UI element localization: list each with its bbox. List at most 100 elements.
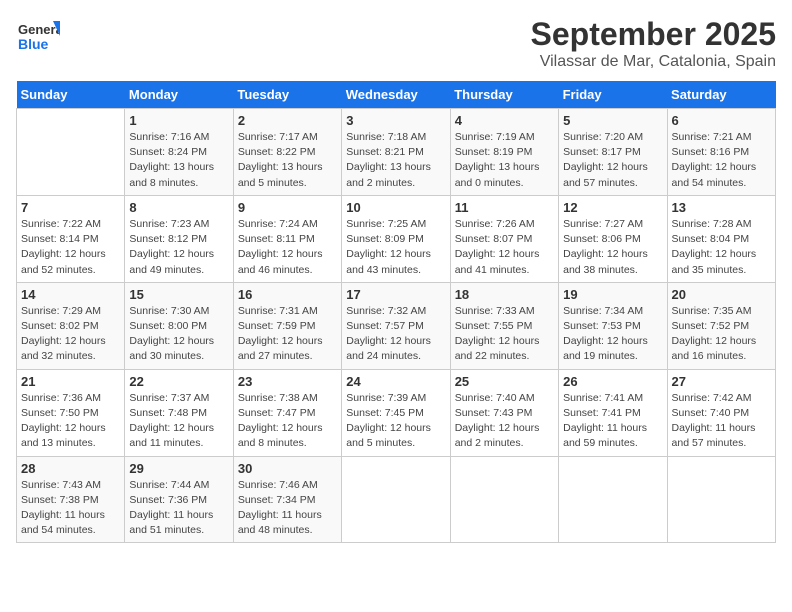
day-number: 30: [238, 461, 337, 476]
day-number: 1: [129, 113, 228, 128]
day-number: 20: [672, 287, 771, 302]
page-title: September 2025: [531, 16, 776, 53]
calendar-cell: 11 Sunrise: 7:26 AM Sunset: 8:07 PM Dayli…: [450, 195, 558, 282]
title-area: September 2025 Vilassar de Mar, Cataloni…: [531, 16, 776, 71]
header-day-thursday: Thursday: [450, 81, 558, 109]
header-day-friday: Friday: [559, 81, 667, 109]
day-info: Sunrise: 7:21 AM Sunset: 8:16 PM Dayligh…: [672, 130, 771, 191]
calendar-cell: 18 Sunrise: 7:33 AM Sunset: 7:55 PM Dayli…: [450, 282, 558, 369]
calendar-week-row: 14 Sunrise: 7:29 AM Sunset: 8:02 PM Dayli…: [17, 282, 776, 369]
day-info: Sunrise: 7:20 AM Sunset: 8:17 PM Dayligh…: [563, 130, 662, 191]
day-number: 4: [455, 113, 554, 128]
day-number: 25: [455, 374, 554, 389]
day-info: Sunrise: 7:43 AM Sunset: 7:38 PM Dayligh…: [21, 478, 120, 539]
day-info: Sunrise: 7:41 AM Sunset: 7:41 PM Dayligh…: [563, 391, 662, 452]
calendar-cell: 29 Sunrise: 7:44 AM Sunset: 7:36 PM Dayli…: [125, 456, 233, 543]
calendar-cell: 23 Sunrise: 7:38 AM Sunset: 7:47 PM Dayli…: [233, 369, 341, 456]
day-number: 10: [346, 200, 445, 215]
calendar-cell: 21 Sunrise: 7:36 AM Sunset: 7:50 PM Dayli…: [17, 369, 125, 456]
calendar-cell: 24 Sunrise: 7:39 AM Sunset: 7:45 PM Dayli…: [342, 369, 450, 456]
day-info: Sunrise: 7:26 AM Sunset: 8:07 PM Dayligh…: [455, 217, 554, 278]
day-number: 29: [129, 461, 228, 476]
day-info: Sunrise: 7:30 AM Sunset: 8:00 PM Dayligh…: [129, 304, 228, 365]
calendar-cell: 15 Sunrise: 7:30 AM Sunset: 8:00 PM Dayli…: [125, 282, 233, 369]
page-subtitle: Vilassar de Mar, Catalonia, Spain: [531, 53, 776, 71]
calendar-cell: 8Sunrise: 7:23 AM Sunset: 8:12 PM Daylig…: [125, 195, 233, 282]
day-info: Sunrise: 7:42 AM Sunset: 7:40 PM Dayligh…: [672, 391, 771, 452]
day-info: Sunrise: 7:27 AM Sunset: 8:06 PM Dayligh…: [563, 217, 662, 278]
day-info: Sunrise: 7:32 AM Sunset: 7:57 PM Dayligh…: [346, 304, 445, 365]
day-info: Sunrise: 7:38 AM Sunset: 7:47 PM Dayligh…: [238, 391, 337, 452]
svg-text:General: General: [18, 22, 60, 37]
day-number: 24: [346, 374, 445, 389]
header-day-sunday: Sunday: [17, 81, 125, 109]
calendar-week-row: 1 Sunrise: 7:16 AM Sunset: 8:24 PM Daylig…: [17, 109, 776, 196]
day-number: 3: [346, 113, 445, 128]
day-number: 23: [238, 374, 337, 389]
day-number: 27: [672, 374, 771, 389]
calendar-cell: [667, 456, 775, 543]
day-number: 28: [21, 461, 120, 476]
day-info: Sunrise: 7:31 AM Sunset: 7:59 PM Dayligh…: [238, 304, 337, 365]
calendar-cell: 16Sunrise: 7:31 AM Sunset: 7:59 PM Dayli…: [233, 282, 341, 369]
calendar-cell: [559, 456, 667, 543]
calendar-week-row: 28 Sunrise: 7:43 AM Sunset: 7:38 PM Dayli…: [17, 456, 776, 543]
day-info: Sunrise: 7:18 AM Sunset: 8:21 PM Dayligh…: [346, 130, 445, 191]
svg-text:Blue: Blue: [18, 36, 49, 52]
day-info: Sunrise: 7:34 AM Sunset: 7:53 PM Dayligh…: [563, 304, 662, 365]
calendar-table: SundayMondayTuesdayWednesdayThursdayFrid…: [16, 81, 776, 543]
calendar-cell: [342, 456, 450, 543]
day-number: 19: [563, 287, 662, 302]
day-number: 15: [129, 287, 228, 302]
day-info: Sunrise: 7:28 AM Sunset: 8:04 PM Dayligh…: [672, 217, 771, 278]
day-info: Sunrise: 7:35 AM Sunset: 7:52 PM Dayligh…: [672, 304, 771, 365]
day-number: 13: [672, 200, 771, 215]
calendar-cell: 3 Sunrise: 7:18 AM Sunset: 8:21 PM Daylig…: [342, 109, 450, 196]
day-info: Sunrise: 7:22 AM Sunset: 8:14 PM Dayligh…: [21, 217, 120, 278]
calendar-cell: 5 Sunrise: 7:20 AM Sunset: 8:17 PM Daylig…: [559, 109, 667, 196]
calendar-cell: 13 Sunrise: 7:28 AM Sunset: 8:04 PM Dayli…: [667, 195, 775, 282]
calendar-cell: 7 Sunrise: 7:22 AM Sunset: 8:14 PM Daylig…: [17, 195, 125, 282]
day-number: 21: [21, 374, 120, 389]
header: General Blue September 2025 Vilassar de …: [16, 16, 776, 71]
day-number: 5: [563, 113, 662, 128]
day-number: 11: [455, 200, 554, 215]
calendar-cell: [17, 109, 125, 196]
day-number: 22: [129, 374, 228, 389]
day-info: Sunrise: 7:37 AM Sunset: 7:48 PM Dayligh…: [129, 391, 228, 452]
calendar-header-row: SundayMondayTuesdayWednesdayThursdayFrid…: [17, 81, 776, 109]
day-info: Sunrise: 7:44 AM Sunset: 7:36 PM Dayligh…: [129, 478, 228, 539]
calendar-cell: 25Sunrise: 7:40 AM Sunset: 7:43 PM Dayli…: [450, 369, 558, 456]
logo: General Blue: [16, 16, 60, 60]
calendar-cell: 6 Sunrise: 7:21 AM Sunset: 8:16 PM Daylig…: [667, 109, 775, 196]
day-number: 17: [346, 287, 445, 302]
day-number: 6: [672, 113, 771, 128]
day-number: 9: [238, 200, 337, 215]
calendar-cell: 26Sunrise: 7:41 AM Sunset: 7:41 PM Dayli…: [559, 369, 667, 456]
day-info: Sunrise: 7:39 AM Sunset: 7:45 PM Dayligh…: [346, 391, 445, 452]
day-info: Sunrise: 7:46 AM Sunset: 7:34 PM Dayligh…: [238, 478, 337, 539]
day-info: Sunrise: 7:36 AM Sunset: 7:50 PM Dayligh…: [21, 391, 120, 452]
day-number: 8: [129, 200, 228, 215]
calendar-cell: 30 Sunrise: 7:46 AM Sunset: 7:34 PM Dayli…: [233, 456, 341, 543]
calendar-cell: 27 Sunrise: 7:42 AM Sunset: 7:40 PM Dayli…: [667, 369, 775, 456]
day-info: Sunrise: 7:16 AM Sunset: 8:24 PM Dayligh…: [129, 130, 228, 191]
day-number: 14: [21, 287, 120, 302]
day-number: 18: [455, 287, 554, 302]
day-number: 7: [21, 200, 120, 215]
day-info: Sunrise: 7:29 AM Sunset: 8:02 PM Dayligh…: [21, 304, 120, 365]
day-info: Sunrise: 7:33 AM Sunset: 7:55 PM Dayligh…: [455, 304, 554, 365]
calendar-cell: 19 Sunrise: 7:34 AM Sunset: 7:53 PM Dayli…: [559, 282, 667, 369]
calendar-week-row: 7 Sunrise: 7:22 AM Sunset: 8:14 PM Daylig…: [17, 195, 776, 282]
calendar-cell: 14 Sunrise: 7:29 AM Sunset: 8:02 PM Dayli…: [17, 282, 125, 369]
calendar-cell: 17 Sunrise: 7:32 AM Sunset: 7:57 PM Dayli…: [342, 282, 450, 369]
calendar-cell: 22 Sunrise: 7:37 AM Sunset: 7:48 PM Dayli…: [125, 369, 233, 456]
calendar-cell: 2Sunrise: 7:17 AM Sunset: 8:22 PM Daylig…: [233, 109, 341, 196]
header-day-wednesday: Wednesday: [342, 81, 450, 109]
calendar-cell: 1 Sunrise: 7:16 AM Sunset: 8:24 PM Daylig…: [125, 109, 233, 196]
calendar-cell: 4 Sunrise: 7:19 AM Sunset: 8:19 PM Daylig…: [450, 109, 558, 196]
calendar-cell: 9Sunrise: 7:24 AM Sunset: 8:11 PM Daylig…: [233, 195, 341, 282]
day-info: Sunrise: 7:19 AM Sunset: 8:19 PM Dayligh…: [455, 130, 554, 191]
header-day-saturday: Saturday: [667, 81, 775, 109]
calendar-cell: 28 Sunrise: 7:43 AM Sunset: 7:38 PM Dayli…: [17, 456, 125, 543]
